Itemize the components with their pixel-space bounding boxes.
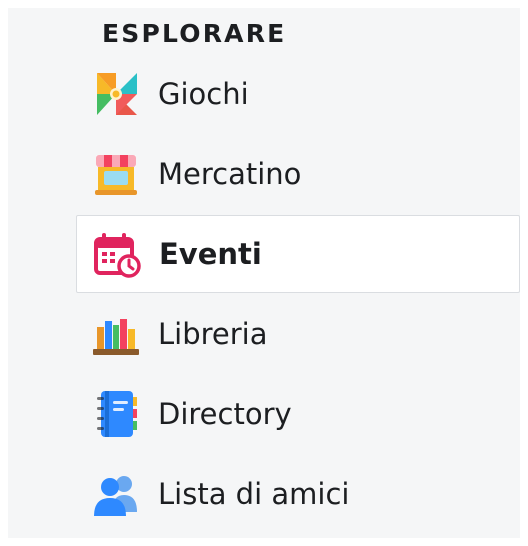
calendar-clock-icon [89, 226, 145, 282]
sidebar-item-libreria[interactable]: Libreria [76, 295, 520, 373]
sidebar-item-label: Libreria [158, 317, 268, 351]
sidebar-item-label: Lista di amici [158, 477, 350, 511]
sidebar-item-label: Eventi [159, 237, 262, 271]
sidebar-item-label: Mercatino [158, 157, 302, 191]
sidebar-item-giochi[interactable]: Giochi [76, 55, 520, 133]
sidebar-item-label: Giochi [158, 77, 249, 111]
sidebar-item-eventi[interactable]: Eventi [76, 215, 520, 293]
sidebar-item-mercatino[interactable]: Mercatino [76, 135, 520, 213]
explore-sidebar: ESPLORARE Giochi Mercatino Eventi Librer… [8, 8, 520, 538]
sidebar-item-directory[interactable]: Directory [76, 375, 520, 453]
books-icon [88, 306, 144, 362]
friends-icon [88, 466, 144, 522]
section-title: ESPLORARE [102, 19, 287, 48]
sidebar-item-label: Directory [158, 397, 292, 431]
address-book-icon [88, 386, 144, 442]
sidebar-item-lista-di-amici[interactable]: Lista di amici [76, 455, 520, 533]
storefront-icon [88, 146, 144, 202]
pinwheel-icon [88, 66, 144, 122]
